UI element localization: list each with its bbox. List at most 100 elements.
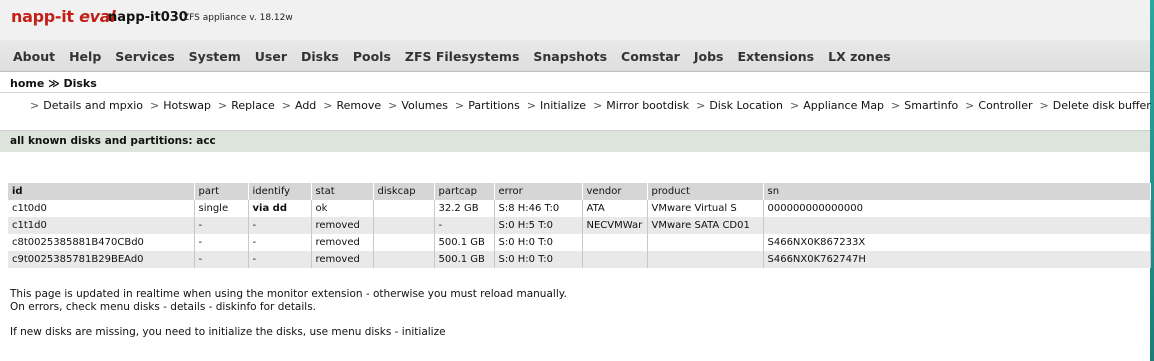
identify-via-dd-link[interactable]: via dd <box>248 200 312 217</box>
menu-zfs-filesystems[interactable]: ZFS Filesystems <box>398 40 527 74</box>
table-row: c1t0d0 single via dd ok 32.2 GB S:8 H:46… <box>8 200 1151 217</box>
desktop-edge <box>1150 0 1154 361</box>
submenu-appliance-map[interactable]: > Appliance Map <box>790 93 891 119</box>
cell-partcap: 32.2 GB <box>434 200 495 217</box>
chevron-right-icon: > <box>455 99 465 112</box>
menu-about[interactable]: About <box>6 40 62 74</box>
submenu-label: Replace <box>231 99 275 112</box>
submenu-replace[interactable]: > Replace <box>218 93 282 119</box>
cell-diskcap <box>373 200 435 217</box>
help-line-realtime: This page is updated in realtime when us… <box>10 288 567 300</box>
cell-vendor: ATA <box>582 200 648 217</box>
cell-error: S:8 H:46 T:0 <box>494 200 583 217</box>
table-row: c8t0025385881B470CBd0 - - removed 500.1 … <box>8 234 1151 251</box>
submenu-label: Initialize <box>540 99 587 112</box>
breadcrumb[interactable]: home ≫ Disks <box>10 77 97 90</box>
cell-id: c9t0025385781B29BEAd0 <box>8 251 195 268</box>
column-header-vendor: vendor <box>582 183 648 200</box>
submenu-label: Partitions <box>468 99 520 112</box>
cell-product <box>647 251 764 268</box>
cell-identify: - <box>248 217 312 234</box>
submenu-delete-disk-buffer[interactable]: > Delete disk buffer <box>1040 93 1154 119</box>
menu-help[interactable]: Help <box>62 40 108 74</box>
menu-jobs[interactable]: Jobs <box>687 40 731 74</box>
table-row: c1t1d0 - - removed - S:0 H:5 T:0 NECVMWa… <box>8 217 1151 234</box>
disks-table: id part identify stat diskcap partcap er… <box>8 183 1151 268</box>
cell-partcap: 500.1 GB <box>434 234 495 251</box>
submenu-label: Smartinfo <box>904 99 959 112</box>
disks-submenu: > Details and mpxio > Hotswap > Replace > Ad… <box>0 92 1151 121</box>
submenu-label: Controller <box>978 99 1033 112</box>
submenu-label: Add <box>294 99 317 112</box>
napp-it-logo[interactable]: napp-it eval <box>11 7 116 26</box>
cell-stat-removed: removed <box>311 217 374 234</box>
cell-stat: ok <box>311 200 374 217</box>
cell-diskcap <box>373 217 435 234</box>
section-title: all known disks and partitions: acc <box>10 135 216 147</box>
section-header: all known disks and partitions: acc <box>0 130 1150 152</box>
hostname: napp-it030 <box>108 10 188 25</box>
cell-error: S:0 H:0 T:0 <box>494 234 583 251</box>
cell-sn <box>763 217 1151 234</box>
submenu-label: Volumes <box>401 99 449 112</box>
cell-sn: S466NX0K762747H <box>763 251 1151 268</box>
menu-snapshots[interactable]: Snapshots <box>526 40 614 74</box>
cell-sn: 000000000000000 <box>763 200 1151 217</box>
column-header-id: id <box>8 183 195 200</box>
cell-product <box>647 234 764 251</box>
submenu-label: Mirror bootdisk <box>606 99 690 112</box>
cell-vendor <box>582 251 648 268</box>
chevron-right-icon: > <box>1039 99 1049 112</box>
cell-partcap: - <box>434 217 495 234</box>
column-header-part: part <box>194 183 249 200</box>
submenu-add[interactable]: > Add <box>282 93 324 119</box>
cell-part: - <box>194 217 249 234</box>
menu-extensions[interactable]: Extensions <box>731 40 822 74</box>
submenu-mirror-bootdisk[interactable]: > Mirror bootdisk <box>593 93 696 119</box>
menu-lx-zones[interactable]: LX zones <box>821 40 898 74</box>
cell-stat-removed: removed <box>311 234 374 251</box>
chevron-right-icon: > <box>891 99 901 112</box>
chevron-right-icon: > <box>218 99 228 112</box>
app-header: napp-it eval napp-it030 ZFS appliance v.… <box>0 0 1150 40</box>
cell-identify: - <box>248 234 312 251</box>
submenu-label: Remove <box>336 99 382 112</box>
help-line-errors: On errors, check menu disks - details - … <box>10 301 317 313</box>
submenu-remove[interactable]: > Remove <box>323 93 388 119</box>
submenu-smartinfo[interactable]: > Smartinfo <box>891 93 965 119</box>
cell-part: - <box>194 251 249 268</box>
chevron-right-icon: > <box>965 99 975 112</box>
cell-error: S:0 H:0 T:0 <box>494 251 583 268</box>
menu-disks[interactable]: Disks <box>294 40 346 74</box>
cell-product: VMware SATA CD01 <box>647 217 764 234</box>
menu-pools[interactable]: Pools <box>346 40 398 74</box>
submenu-hotswap[interactable]: > Hotswap <box>150 93 218 119</box>
chevron-right-icon: > <box>323 99 333 112</box>
menu-system[interactable]: System <box>182 40 248 74</box>
column-header-partcap: partcap <box>434 183 495 200</box>
logo-main-text: napp-it <box>11 7 74 26</box>
submenu-label: Disk Location <box>709 99 783 112</box>
submenu-volumes[interactable]: > Volumes <box>388 93 455 119</box>
chevron-right-icon: > <box>789 99 800 112</box>
column-header-diskcap: diskcap <box>373 183 435 200</box>
cell-id: c1t0d0 <box>8 200 195 217</box>
submenu-details-and-mpxio[interactable]: > Details and mpxio <box>30 93 150 119</box>
submenu-disk-location[interactable]: > Disk Location <box>696 93 790 119</box>
cell-diskcap <box>373 251 435 268</box>
cell-stat-removed: removed <box>311 251 374 268</box>
help-line-initialize: If new disks are missing, you need to in… <box>10 326 446 338</box>
submenu-partitions[interactable]: > Partitions <box>455 93 527 119</box>
table-row: c9t0025385781B29BEAd0 - - removed 500.1 … <box>8 251 1151 268</box>
menu-user[interactable]: User <box>248 40 294 74</box>
menu-services[interactable]: Services <box>108 40 181 74</box>
menu-comstar[interactable]: Comstar <box>614 40 687 74</box>
submenu-label: Details and mpxio <box>43 99 144 112</box>
table-header-row: id part identify stat diskcap partcap er… <box>8 183 1151 200</box>
submenu-controller[interactable]: > Controller <box>965 93 1039 119</box>
cell-product: VMware Virtual S <box>647 200 764 217</box>
chevron-right-icon: > <box>30 99 40 112</box>
column-header-sn: sn <box>763 183 1151 200</box>
main-menu: About Help Services System User Disks Po… <box>0 40 1150 72</box>
submenu-initialize[interactable]: > Initialize <box>527 93 593 119</box>
